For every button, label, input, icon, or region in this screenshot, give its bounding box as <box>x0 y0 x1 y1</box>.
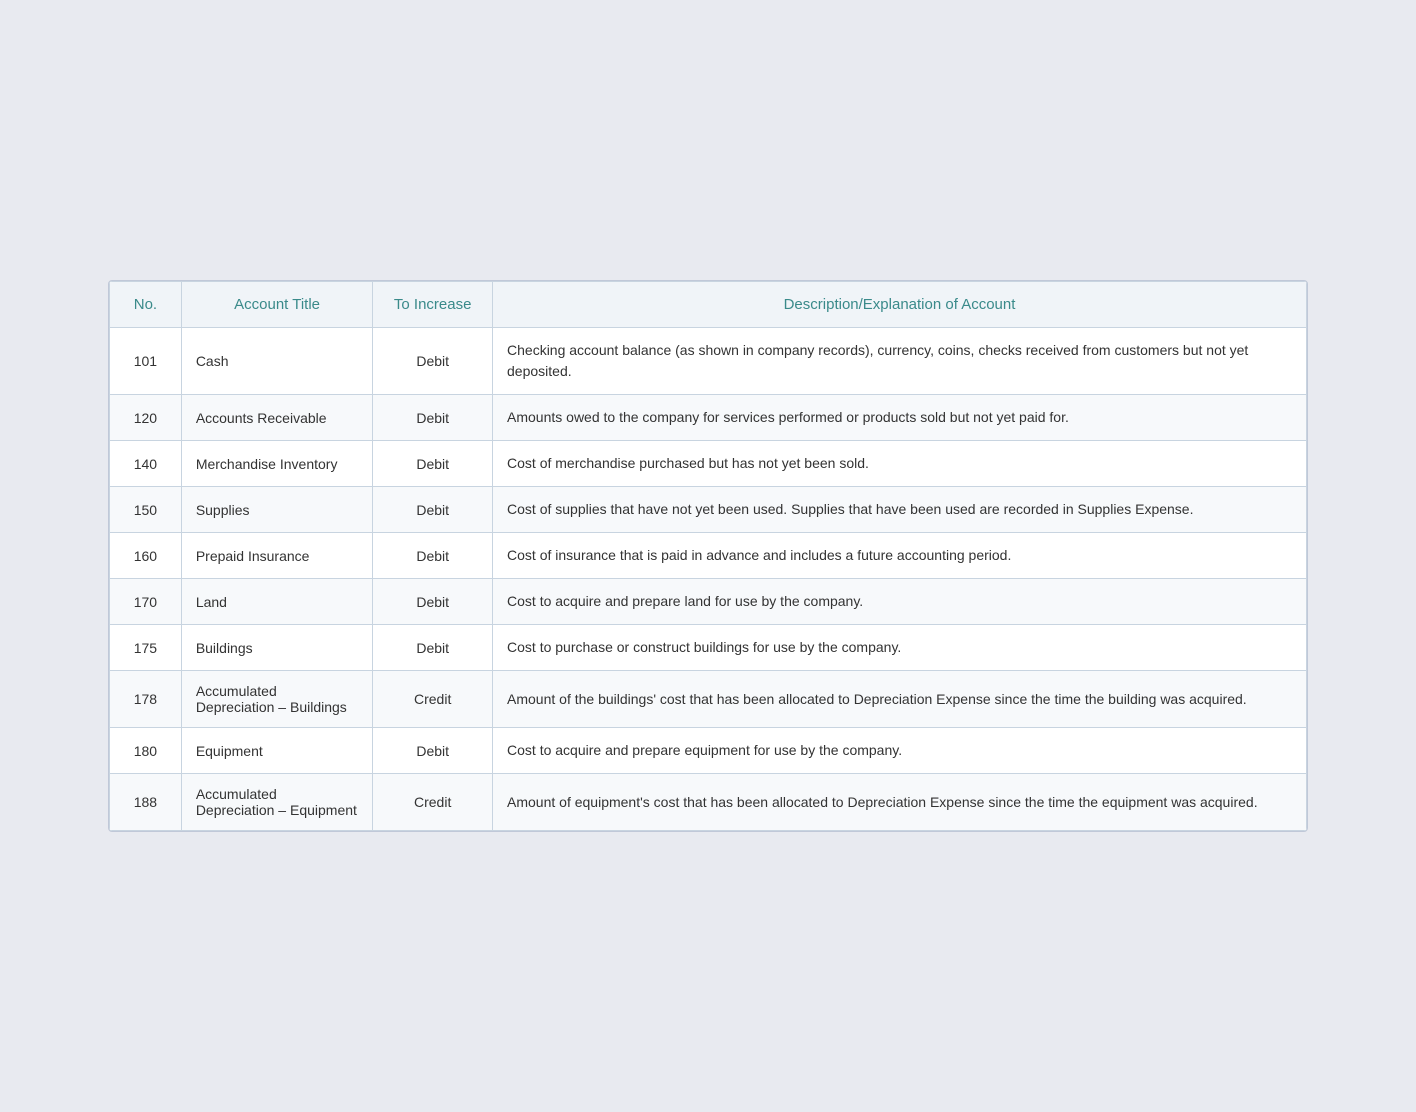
cell-increase: Debit <box>373 579 493 625</box>
cell-no: 175 <box>110 625 182 671</box>
table-header-row: No. Account Title To Increase Descriptio… <box>110 282 1307 328</box>
cell-title: Land <box>181 579 373 625</box>
cell-description: Checking account balance (as shown in co… <box>493 328 1307 395</box>
cell-no: 180 <box>110 728 182 774</box>
cell-no: 178 <box>110 671 182 728</box>
cell-increase: Debit <box>373 328 493 395</box>
cell-increase: Debit <box>373 487 493 533</box>
cell-no: 120 <box>110 395 182 441</box>
cell-no: 160 <box>110 533 182 579</box>
cell-increase: Debit <box>373 441 493 487</box>
cell-no: 101 <box>110 328 182 395</box>
cell-description: Cost to acquire and prepare land for use… <box>493 579 1307 625</box>
table-row: 170LandDebitCost to acquire and prepare … <box>110 579 1307 625</box>
table-row: 101CashDebitChecking account balance (as… <box>110 328 1307 395</box>
cell-no: 170 <box>110 579 182 625</box>
cell-title: Supplies <box>181 487 373 533</box>
cell-title: Accumulated Depreciation – Buildings <box>181 671 373 728</box>
table-row: 175BuildingsDebitCost to purchase or con… <box>110 625 1307 671</box>
table-row: 120Accounts ReceivableDebitAmounts owed … <box>110 395 1307 441</box>
header-no: No. <box>110 282 182 328</box>
account-table-container: No. Account Title To Increase Descriptio… <box>108 280 1308 832</box>
table-row: 178Accumulated Depreciation – BuildingsC… <box>110 671 1307 728</box>
header-description: Description/Explanation of Account <box>493 282 1307 328</box>
cell-description: Amount of the buildings' cost that has b… <box>493 671 1307 728</box>
cell-no: 140 <box>110 441 182 487</box>
cell-title: Buildings <box>181 625 373 671</box>
cell-title: Accumulated Depreciation – Equipment <box>181 774 373 831</box>
cell-title: Accounts Receivable <box>181 395 373 441</box>
cell-description: Cost of supplies that have not yet been … <box>493 487 1307 533</box>
cell-title: Merchandise Inventory <box>181 441 373 487</box>
cell-no: 150 <box>110 487 182 533</box>
header-to-increase: To Increase <box>373 282 493 328</box>
cell-no: 188 <box>110 774 182 831</box>
table-row: 180EquipmentDebitCost to acquire and pre… <box>110 728 1307 774</box>
table-row: 140Merchandise InventoryDebitCost of mer… <box>110 441 1307 487</box>
cell-description: Cost of merchandise purchased but has no… <box>493 441 1307 487</box>
cell-description: Cost to acquire and prepare equipment fo… <box>493 728 1307 774</box>
cell-increase: Debit <box>373 533 493 579</box>
cell-description: Cost of insurance that is paid in advanc… <box>493 533 1307 579</box>
cell-description: Amount of equipment's cost that has been… <box>493 774 1307 831</box>
cell-increase: Debit <box>373 728 493 774</box>
account-table: No. Account Title To Increase Descriptio… <box>109 281 1307 831</box>
cell-description: Cost to purchase or construct buildings … <box>493 625 1307 671</box>
table-row: 188Accumulated Depreciation – EquipmentC… <box>110 774 1307 831</box>
cell-title: Cash <box>181 328 373 395</box>
table-row: 150SuppliesDebitCost of supplies that ha… <box>110 487 1307 533</box>
cell-description: Amounts owed to the company for services… <box>493 395 1307 441</box>
cell-title: Equipment <box>181 728 373 774</box>
header-account-title: Account Title <box>181 282 373 328</box>
cell-increase: Debit <box>373 395 493 441</box>
cell-title: Prepaid Insurance <box>181 533 373 579</box>
cell-increase: Credit <box>373 671 493 728</box>
cell-increase: Credit <box>373 774 493 831</box>
table-row: 160Prepaid InsuranceDebitCost of insuran… <box>110 533 1307 579</box>
cell-increase: Debit <box>373 625 493 671</box>
